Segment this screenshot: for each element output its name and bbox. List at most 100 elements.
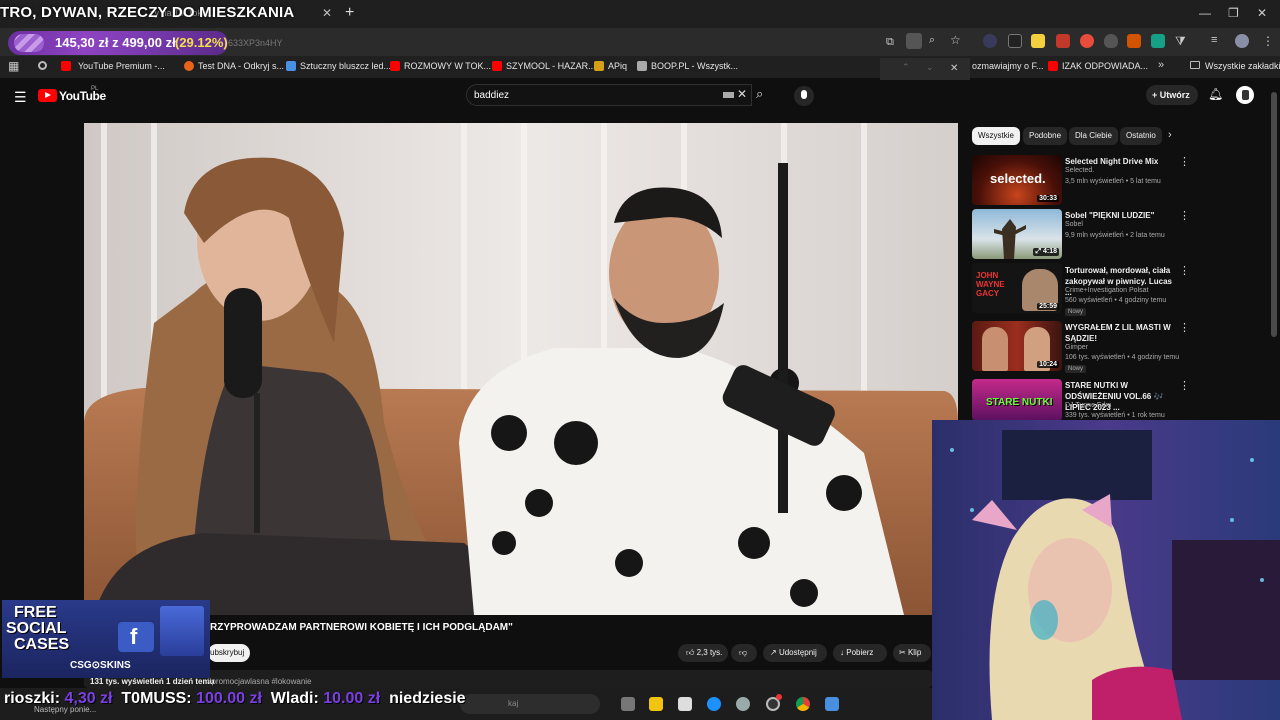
taskbar-search[interactable] <box>460 694 600 714</box>
extension-icon[interactable] <box>983 34 997 48</box>
bookmark-6[interactable]: APiq <box>608 61 627 71</box>
zoom-icon[interactable]: ⌕ <box>929 34 935 47</box>
related-thumbnail[interactable]: ⤢ 4:18 <box>972 209 1062 259</box>
profile-avatar[interactable] <box>1235 34 1249 48</box>
settings-gear-icon[interactable] <box>736 697 750 711</box>
extension-icon[interactable] <box>1008 34 1022 48</box>
bookmark-favicon <box>492 61 502 71</box>
restore-icon[interactable]: ❐ <box>1228 6 1239 20</box>
url-text[interactable]: 633XP3n4HY <box>228 38 283 48</box>
install-app-icon[interactable]: ⧉ <box>886 36 894 49</box>
webcam-overlay <box>932 420 1280 720</box>
find-close-icon[interactable]: ✕ <box>950 63 958 74</box>
related-title[interactable]: WYGRAŁEM Z LIL MASTI W SĄDZIE! <box>1065 322 1177 344</box>
more-options-icon[interactable]: ⋮ <box>1179 379 1190 392</box>
related-thumbnail[interactable]: selected. 30:33 <box>972 155 1062 205</box>
like-count: 2,3 tys. <box>696 648 723 657</box>
clip-label: Klip <box>907 648 922 657</box>
all-bookmarks[interactable]: Wszystkie zakładki <box>1205 61 1280 71</box>
extension-icon[interactable] <box>1080 34 1094 48</box>
notifications-bell-icon[interactable]: 🔔︎ <box>1208 87 1223 101</box>
task-view-icon[interactable] <box>621 697 635 711</box>
related-thumbnail[interactable]: JOHN WAYNE GACY 25:59 <box>972 263 1062 313</box>
find-prev-icon[interactable]: ⌃ <box>902 62 910 73</box>
store-icon[interactable] <box>678 697 692 711</box>
video-duration: 10:24 <box>1037 361 1059 368</box>
related-meta: 339 tys. wyświetleń • 1 rok temu <box>1065 412 1165 419</box>
bookmark-8[interactable]: ozmawiajmy o F... <box>972 61 1044 71</box>
close-window-icon[interactable]: ✕ <box>1257 6 1267 20</box>
chip-for-you[interactable]: Dla Ciebie <box>1069 127 1118 145</box>
dislike-button[interactable]: 👎︎ <box>731 644 757 662</box>
bookmark-9[interactable]: IZAK ODPOWIADA... <box>1062 61 1148 71</box>
chip-recent[interactable]: Ostatnio <box>1120 127 1162 145</box>
search-icon[interactable]: ⌕ <box>756 86 763 102</box>
chip-all[interactable]: Wszystkie <box>972 127 1020 145</box>
page-scrollbar[interactable] <box>1271 92 1277 337</box>
related-thumbnail[interactable]: 10:24 <box>972 321 1062 371</box>
clear-search-icon[interactable]: ✕ <box>737 87 747 101</box>
hashtags[interactable]: #promocjawlasna #lokowanie <box>207 677 312 686</box>
adblock-icon[interactable] <box>1056 34 1070 48</box>
close-tab-icon[interactable]: ✕ <box>322 6 332 20</box>
share-icon: ↗ <box>770 648 779 657</box>
notification-dot <box>776 694 782 700</box>
hamburger-menu-icon[interactable]: ☰ <box>14 89 27 106</box>
bookmark-2[interactable]: Test DNA - Odkryj s... <box>198 61 284 71</box>
related-channel[interactable]: DJ Tunne Edm <box>1065 402 1111 409</box>
file-explorer-icon[interactable] <box>649 697 663 711</box>
more-options-icon[interactable]: ⋮ <box>1179 321 1190 334</box>
bookmark-3[interactable]: Sztuczny bluszcz led... <box>300 61 391 71</box>
keyboard-icon[interactable] <box>723 92 734 98</box>
bookmark-icon[interactable] <box>38 61 47 70</box>
bookmark-star-icon[interactable]: ☆ <box>950 33 961 47</box>
more-options-icon[interactable]: ⋮ <box>1179 264 1190 277</box>
view-count: 131 tys. wyświetleń 1 dzień temu <box>90 677 215 686</box>
extension-icon[interactable] <box>1151 34 1165 48</box>
subscribe-button[interactable]: ubskrybuj <box>208 644 250 662</box>
browser-menu-icon[interactable]: ⋮ <box>1262 34 1274 48</box>
webcam-frame <box>932 420 1280 720</box>
related-title[interactable]: Selected Night Drive Mix <box>1065 156 1177 167</box>
bookmark-favicon <box>184 61 194 71</box>
new-tab-button[interactable]: + <box>345 4 354 22</box>
chip-related[interactable]: Podobne <box>1023 127 1068 145</box>
new-badge: Nowy <box>1065 365 1087 373</box>
bookmark-5[interactable]: SZYMOOL - HAZAR... <box>506 61 596 71</box>
bookmark-1[interactable]: YouTube Premium -... <box>78 61 165 71</box>
minimize-icon[interactable]: — <box>1199 6 1211 20</box>
related-thumbnail[interactable]: STARE NUTKI <box>972 379 1062 421</box>
related-title[interactable]: Sobel "PIĘKNI LUDZIE" <box>1065 210 1177 221</box>
extension-icon[interactable] <box>1127 34 1141 48</box>
like-button[interactable]: 👍︎ 2,3 tys. <box>678 644 728 662</box>
find-next-icon[interactable]: ⌄ <box>926 62 934 73</box>
more-options-icon[interactable]: ⋮ <box>1179 155 1190 168</box>
chevron-right-icon[interactable]: › <box>1168 129 1172 141</box>
extension-icon[interactable] <box>1031 34 1045 48</box>
download-button[interactable]: ↓ Pobierz <box>833 644 887 662</box>
thumbs-down-icon: 👎︎ <box>739 648 748 657</box>
related-channel[interactable]: Selected. <box>1065 167 1094 174</box>
reader-icon[interactable] <box>906 33 922 49</box>
bookmark-4[interactable]: ROZMOWY W TOK... <box>404 61 491 71</box>
shield-icon[interactable] <box>1104 34 1118 48</box>
related-channel[interactable]: Gimper <box>1065 344 1088 351</box>
more-bookmarks-icon[interactable]: » <box>1158 59 1164 71</box>
youtube-wordmark[interactable]: YouTube <box>59 89 106 103</box>
extensions-puzzle-icon[interactable]: ⧩ <box>1175 34 1186 49</box>
chrome-icon[interactable] <box>796 697 810 711</box>
taskbar-search-text[interactable]: kaj <box>508 699 518 708</box>
video-player[interactable] <box>84 123 958 615</box>
bookmark-7[interactable]: BOOP.PL - Wszystk... <box>651 61 738 71</box>
apps-grid-icon[interactable]: ▦ <box>8 59 19 73</box>
more-options-icon[interactable]: ⋮ <box>1179 209 1190 222</box>
related-channel[interactable]: Crime+Investigation Polsat <box>1065 287 1148 294</box>
notepad-icon[interactable] <box>825 697 839 711</box>
media-queue-icon[interactable]: ≡ <box>1211 34 1217 46</box>
edge-icon[interactable] <box>707 697 721 711</box>
share-button[interactable]: ↗ Udostępnij <box>763 644 827 662</box>
search-query[interactable]: baddiez <box>474 90 509 101</box>
clip-button[interactable]: ✂ Klip <box>893 644 931 662</box>
create-button[interactable]: + Utwórz <box>1146 85 1198 105</box>
related-channel[interactable]: Sobel <box>1065 221 1083 228</box>
